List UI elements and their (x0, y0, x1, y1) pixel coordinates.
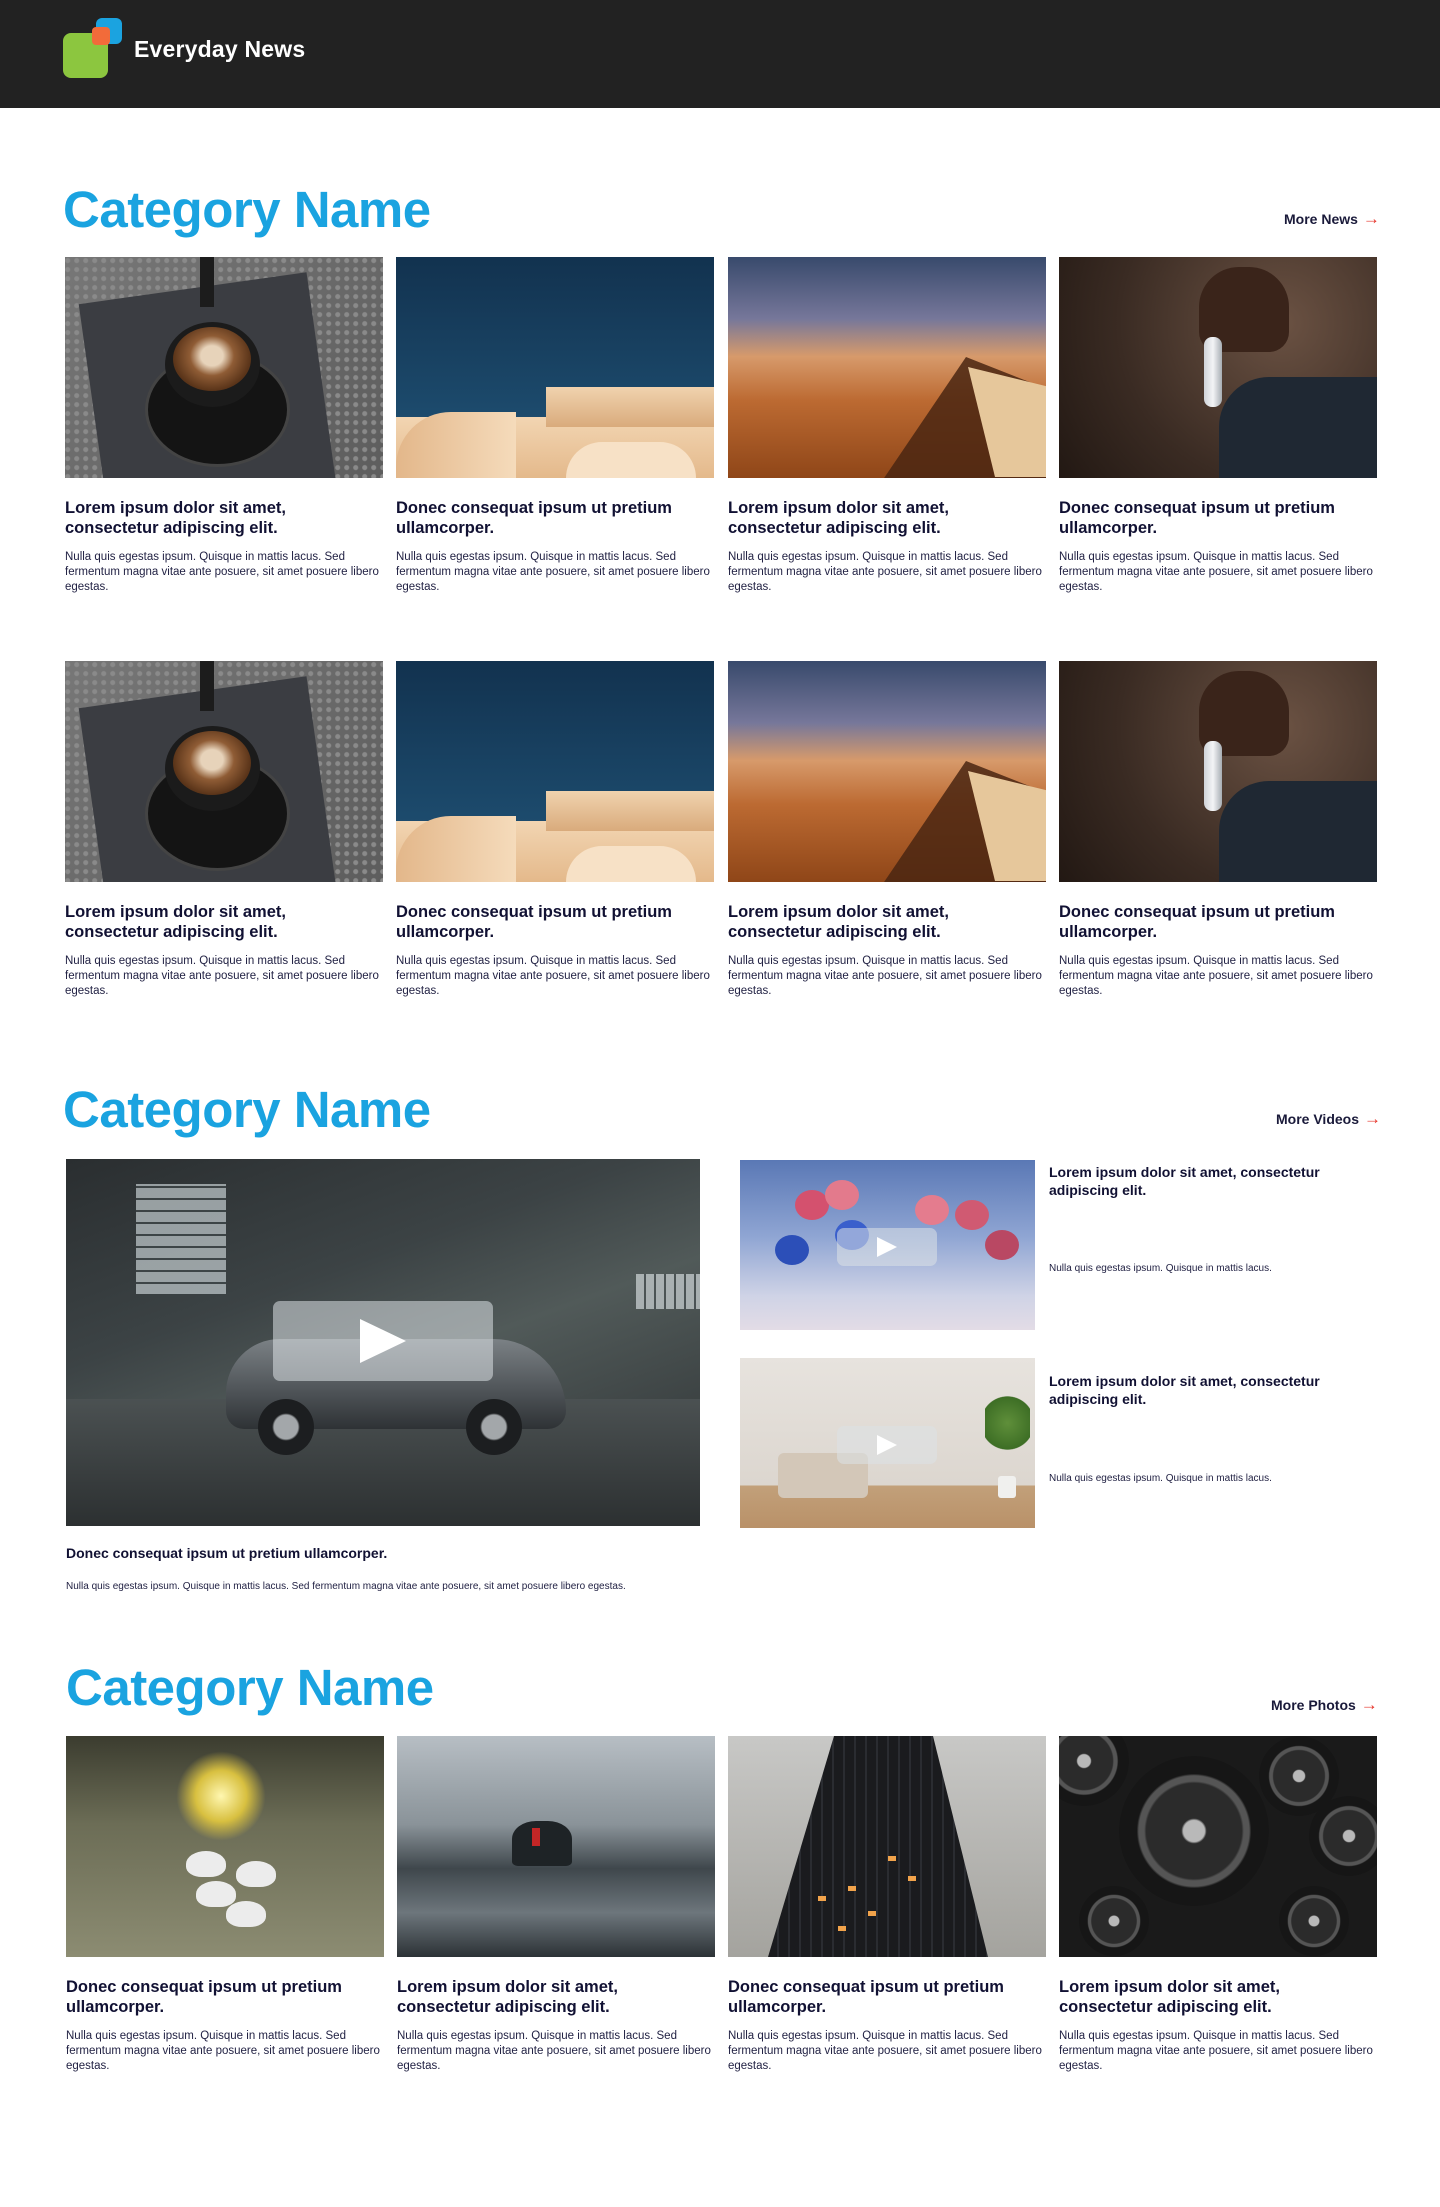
play-button-icon[interactable] (273, 1301, 493, 1381)
play-button-icon[interactable] (837, 1228, 937, 1266)
news-card-desc: Nulla quis egestas ipsum. Quisque in mat… (728, 551, 1042, 593)
photo-card-title[interactable]: Donec consequat ipsum ut pretium ullamco… (66, 1977, 384, 2017)
side-video-desc: Nulla quis egestas ipsum. Quisque in mat… (1049, 1263, 1272, 1274)
more-videos-label: More Videos (1276, 1110, 1359, 1127)
news-card[interactable]: Lorem ipsum dolor sit amet, consectetur … (728, 661, 1046, 999)
photo-card[interactable]: Donec consequat ipsum ut pretium ullamco… (66, 1736, 384, 2074)
news-card-desc: Nulla quis egestas ipsum. Quisque in mat… (396, 955, 710, 997)
news-card-title[interactable]: Donec consequat ipsum ut pretium ullamco… (396, 902, 714, 942)
videos-category-title: Category Name (63, 1081, 431, 1138)
news-card[interactable]: Donec consequat ipsum ut pretium ullamco… (396, 661, 714, 999)
more-news-label: More News (1284, 210, 1358, 227)
news-card-title[interactable]: Lorem ipsum dolor sit amet, consectetur … (728, 498, 1046, 538)
side-video-thumbnail[interactable] (740, 1160, 1035, 1330)
side-video-title[interactable]: Lorem ipsum dolor sit amet, consectetur … (1049, 1163, 1349, 1199)
arrow-right-icon: → (1360, 1695, 1378, 1714)
news-card[interactable]: Donec consequat ipsum ut pretium ullamco… (1059, 257, 1377, 595)
more-photos-label: More Photos (1271, 1696, 1356, 1713)
beige-podium-image[interactable] (396, 257, 714, 478)
desert-dune-image[interactable] (728, 661, 1046, 882)
news-card-desc: Nulla quis egestas ipsum. Quisque in mat… (65, 955, 379, 997)
photo-card-desc: Nulla quis egestas ipsum. Quisque in mat… (728, 2030, 1042, 2072)
news-card-desc: Nulla quis egestas ipsum. Quisque in mat… (1059, 955, 1373, 997)
side-video-title[interactable]: Lorem ipsum dolor sit amet, consectetur … (1049, 1372, 1349, 1408)
news-card[interactable]: Lorem ipsum dolor sit amet, consectetur … (65, 661, 383, 999)
news-card-desc: Nulla quis egestas ipsum. Quisque in mat… (1059, 551, 1373, 593)
chandelier-image[interactable] (66, 1736, 384, 1957)
hand-with-key-image[interactable] (1059, 661, 1377, 882)
logo-icon[interactable] (63, 18, 122, 78)
more-news-link[interactable]: More News → (1284, 210, 1380, 227)
foggy-tower-image[interactable] (728, 1736, 1046, 1957)
brand-name[interactable]: Everyday News (134, 36, 305, 63)
more-videos-link[interactable]: More Videos → (1276, 1110, 1381, 1127)
news-card-title[interactable]: Donec consequat ipsum ut pretium ullamco… (1059, 902, 1377, 942)
photo-card-desc: Nulla quis egestas ipsum. Quisque in mat… (1059, 2030, 1373, 2072)
arrow-right-icon: → (1362, 209, 1380, 228)
coffee-cup-image[interactable] (65, 661, 383, 882)
side-video-desc: Nulla quis egestas ipsum. Quisque in mat… (1049, 1473, 1272, 1484)
top-header: Everyday News (0, 0, 1440, 108)
photos-category-title: Category Name (66, 1659, 434, 1716)
news-card[interactable]: Donec consequat ipsum ut pretium ullamco… (1059, 661, 1377, 999)
news-card-desc: Nulla quis egestas ipsum. Quisque in mat… (728, 955, 1042, 997)
photo-card[interactable]: Lorem ipsum dolor sit amet, consectetur … (397, 1736, 715, 2074)
news-card-title[interactable]: Lorem ipsum dolor sit amet, consectetur … (728, 902, 1046, 942)
coffee-cup-image[interactable] (65, 257, 383, 478)
beige-podium-image[interactable] (396, 661, 714, 882)
photo-card-desc: Nulla quis egestas ipsum. Quisque in mat… (397, 2030, 711, 2072)
news-card[interactable]: Lorem ipsum dolor sit amet, consectetur … (728, 257, 1046, 595)
main-video-title[interactable]: Donec consequat ipsum ut pretium ullamco… (66, 1544, 700, 1562)
news-card-title[interactable]: Donec consequat ipsum ut pretium ullamco… (1059, 498, 1377, 538)
desert-dune-image[interactable] (728, 257, 1046, 478)
hand-with-key-image[interactable] (1059, 257, 1377, 478)
main-video-player[interactable] (66, 1159, 700, 1526)
news-card-desc: Nulla quis egestas ipsum. Quisque in mat… (396, 551, 710, 593)
photo-card-desc: Nulla quis egestas ipsum. Quisque in mat… (66, 2030, 380, 2072)
speakers-image[interactable] (1059, 1736, 1377, 1957)
play-button-icon[interactable] (837, 1426, 937, 1464)
main-video-desc: Nulla quis egestas ipsum. Quisque in mat… (66, 1581, 626, 1592)
photo-card-title[interactable]: Donec consequat ipsum ut pretium ullamco… (728, 1977, 1046, 2017)
photo-card-title[interactable]: Lorem ipsum dolor sit amet, consectetur … (397, 1977, 715, 2017)
photo-card[interactable]: Donec consequat ipsum ut pretium ullamco… (728, 1736, 1046, 2074)
arrow-right-icon: → (1364, 1109, 1381, 1128)
news-category-title: Category Name (63, 181, 431, 238)
more-photos-link[interactable]: More Photos → (1271, 1696, 1378, 1713)
news-card[interactable]: Lorem ipsum dolor sit amet, consectetur … (65, 257, 383, 595)
news-card-desc: Nulla quis egestas ipsum. Quisque in mat… (65, 551, 379, 593)
photo-card-title[interactable]: Lorem ipsum dolor sit amet, consectetur … (1059, 1977, 1377, 2017)
photo-card[interactable]: Lorem ipsum dolor sit amet, consectetur … (1059, 1736, 1377, 2074)
news-card-title[interactable]: Lorem ipsum dolor sit amet, consectetur … (65, 498, 383, 538)
news-card[interactable]: Donec consequat ipsum ut pretium ullamco… (396, 257, 714, 595)
news-card-title[interactable]: Donec consequat ipsum ut pretium ullamco… (396, 498, 714, 538)
side-video-thumbnail[interactable] (740, 1358, 1035, 1528)
news-card-title[interactable]: Lorem ipsum dolor sit amet, consectetur … (65, 902, 383, 942)
beach-rock-image[interactable] (397, 1736, 715, 1957)
